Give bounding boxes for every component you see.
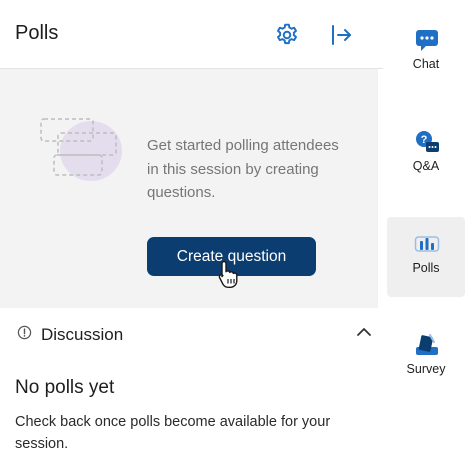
app-root: Polls Get started polling attendees in t… — [0, 0, 470, 470]
survey-icon — [416, 334, 438, 355]
empty-state: Get started polling attendees in this se… — [0, 69, 378, 308]
gear-icon — [277, 23, 297, 45]
polls-panel: Polls Get started polling attendees in t… — [0, 0, 383, 470]
rail-item-chat[interactable]: Chat — [387, 13, 465, 93]
empty-state-message: Get started polling attendees in this se… — [147, 137, 339, 201]
chat-icon — [416, 30, 438, 51]
qa-icon: ? — [416, 131, 439, 152]
rail-item-qa[interactable]: ? Q&A — [387, 115, 465, 195]
rail-label-chat: Chat — [412, 57, 440, 71]
exit-panel-icon — [332, 25, 351, 45]
chevron-up-icon[interactable] — [355, 325, 373, 339]
panel-header: Polls — [0, 0, 383, 69]
info-circle-icon — [17, 325, 32, 340]
polls-icon — [414, 236, 440, 252]
no-polls-heading: No polls yet — [15, 377, 115, 398]
hand-pointer-icon — [218, 260, 238, 288]
collapse-panel-button[interactable] — [327, 21, 355, 49]
panel-title: Polls — [15, 22, 59, 44]
rail-label-survey: Survey — [406, 362, 446, 376]
rail-label-polls: Polls — [412, 261, 440, 275]
discussion-section-header[interactable]: Discussion — [0, 318, 383, 352]
discussion-title: Discussion — [41, 325, 124, 344]
side-rail: Chat ? Q&A Polls Survey — [383, 0, 470, 470]
rail-item-polls[interactable]: Polls — [387, 217, 465, 297]
rail-item-survey[interactable]: Survey — [387, 318, 465, 398]
polls-illustration — [40, 118, 122, 181]
no-polls-message: Check back once polls become available f… — [15, 414, 331, 452]
settings-button[interactable] — [273, 21, 301, 49]
rail-label-qa: Q&A — [412, 159, 440, 173]
